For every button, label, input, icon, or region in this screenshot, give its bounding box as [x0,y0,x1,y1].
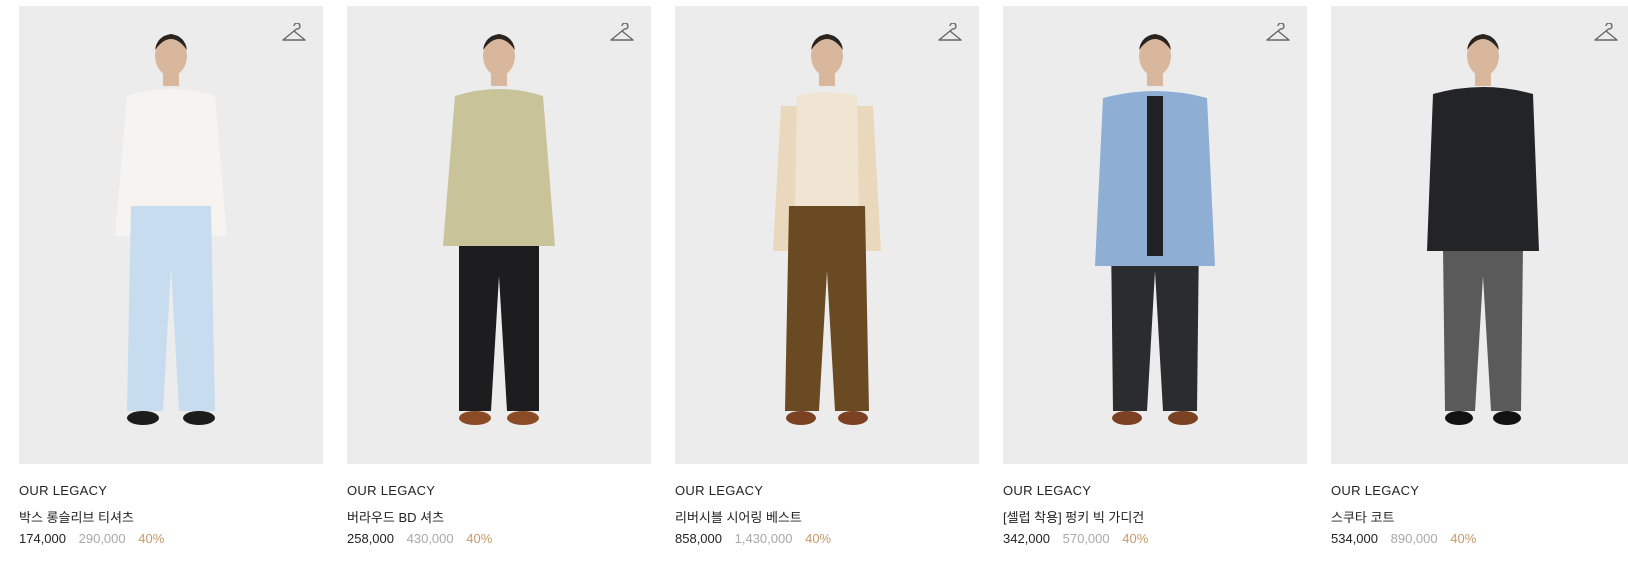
brand-name[interactable]: OUR LEGACY [347,483,651,499]
brand-name[interactable]: OUR LEGACY [675,483,979,499]
brand-name[interactable]: OUR LEGACY [1003,483,1307,499]
discount-rate: 40% [805,531,832,546]
sale-price: 174,000 [19,531,66,546]
original-price: 570,000 [1062,531,1110,546]
product-image[interactable] [675,6,979,464]
hanger-icon[interactable] [609,23,635,45]
product-name[interactable]: 리버시블 시어링 베스트 [675,507,979,525]
product-image[interactable] [347,6,651,464]
product-card[interactable]: OUR LEGACY 박스 롱슬리브 티셔츠 174,000 290,000 4… [19,6,323,547]
original-price: 430,000 [406,531,454,546]
hanger-icon[interactable] [281,23,307,45]
price-row: 534,000 890,000 40% [1331,531,1628,547]
product-image[interactable] [19,6,323,464]
product-image[interactable] [1003,6,1307,464]
sale-price: 258,000 [347,531,394,546]
sale-price: 534,000 [1331,531,1378,546]
model-figure [1427,34,1539,425]
hanger-icon[interactable] [937,23,963,45]
model-figure [115,34,227,425]
original-price: 290,000 [78,531,126,546]
brand-name[interactable]: OUR LEGACY [19,483,323,499]
sale-price: 342,000 [1003,531,1050,546]
model-figure [443,34,555,425]
product-card[interactable]: OUR LEGACY 리버시블 시어링 베스트 858,000 1,430,00… [675,6,979,547]
discount-rate: 40% [1450,531,1477,546]
product-name[interactable]: [셀럽 착용] 펑키 빅 가디건 [1003,507,1307,525]
discount-rate: 40% [1122,531,1149,546]
price-row: 174,000 290,000 40% [19,531,323,547]
price-row: 858,000 1,430,000 40% [675,531,979,547]
product-name[interactable]: 버라우드 BD 셔츠 [347,507,651,525]
original-price: 1,430,000 [734,531,793,546]
product-card[interactable]: OUR LEGACY 스쿠타 코트 534,000 890,000 40% [1331,6,1628,547]
original-price: 890,000 [1390,531,1438,546]
hanger-icon[interactable] [1593,23,1619,45]
model-figure [1095,34,1215,425]
price-row: 258,000 430,000 40% [347,531,651,547]
product-card[interactable]: OUR LEGACY [셀럽 착용] 펑키 빅 가디건 342,000 570,… [1003,6,1307,547]
hanger-icon[interactable] [1265,23,1291,45]
discount-rate: 40% [138,531,165,546]
product-image[interactable] [1331,6,1628,464]
discount-rate: 40% [466,531,493,546]
sale-price: 858,000 [675,531,722,546]
product-card[interactable]: OUR LEGACY 버라우드 BD 셔츠 258,000 430,000 40… [347,6,651,547]
product-grid: OUR LEGACY 박스 롱슬리브 티셔츠 174,000 290,000 4… [0,0,1628,565]
brand-name[interactable]: OUR LEGACY [1331,483,1628,499]
product-name[interactable]: 스쿠타 코트 [1331,507,1628,525]
product-name[interactable]: 박스 롱슬리브 티셔츠 [19,507,323,525]
price-row: 342,000 570,000 40% [1003,531,1307,547]
model-figure [773,34,881,425]
